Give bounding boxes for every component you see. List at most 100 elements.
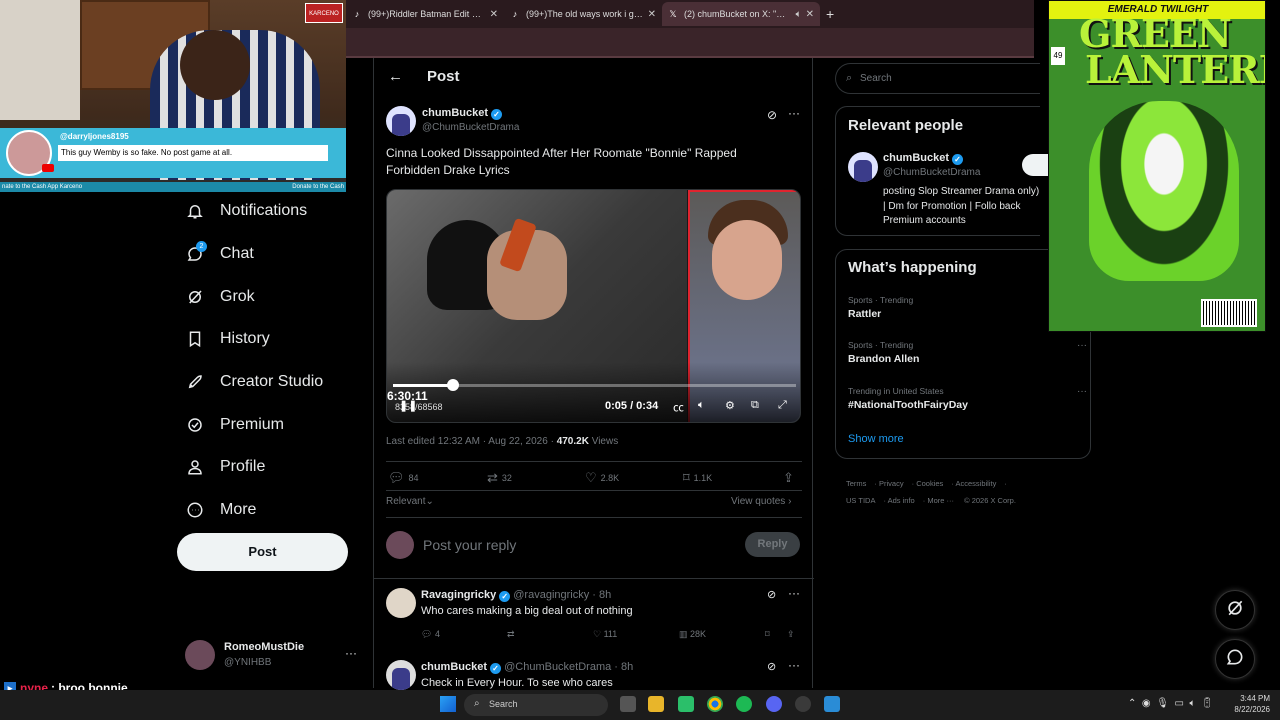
sort-dropdown[interactable]: Relevant⌄: [386, 496, 434, 507]
person-name[interactable]: chumBucket ✓: [883, 152, 964, 165]
more-circle-icon: [186, 501, 204, 519]
share-button[interactable]: ⇪: [787, 629, 795, 640]
task-view-icon[interactable]: [620, 696, 636, 712]
volume-icon[interactable]: 🔈︎: [698, 399, 705, 412]
browser-tab-2[interactable]: ♪ (99+)The old ways work i guess ✕: [504, 2, 662, 26]
search-input[interactable]: ⌕ Search: [835, 63, 1040, 94]
address-bar[interactable]: [346, 28, 1034, 56]
sidebar-item-creator-studio[interactable]: Creator Studio: [170, 361, 370, 404]
trend-item[interactable]: Sports · Trending Rattler: [848, 295, 1078, 331]
messages-fab[interactable]: [1215, 639, 1255, 679]
trend-item[interactable]: Sports · Trending Brandon Allen ···: [848, 340, 1087, 376]
grok-icon[interactable]: ⊘: [767, 660, 776, 673]
back-arrow-icon[interactable]: ←: [388, 68, 403, 85]
author-name[interactable]: chumBucket ✓: [422, 107, 503, 120]
footer-link[interactable]: Cookies: [916, 479, 943, 488]
bookmark-button[interactable]: ⌑ 1.1K: [683, 470, 712, 486]
grok-icon[interactable]: ⊘: [767, 108, 777, 122]
view-quotes-link[interactable]: View quotes ›: [731, 496, 791, 507]
footer-link[interactable]: Terms: [846, 479, 866, 488]
pause-icon[interactable]: ❚❚: [399, 399, 417, 412]
sidebar-item-chat[interactable]: 2 Chat: [170, 233, 370, 276]
reply-author[interactable]: chumBucket ✓ @ChumBucketDrama · 8h: [421, 661, 633, 674]
discord-icon[interactable]: [766, 696, 782, 712]
footer-link[interactable]: Ads info: [888, 496, 915, 505]
settings-gear-icon[interactable]: ⚙: [725, 399, 735, 412]
app-icon[interactable]: [678, 696, 694, 712]
show-more-link[interactable]: Show more: [848, 433, 904, 445]
close-tab-icon[interactable]: ✕: [806, 9, 814, 20]
like-button[interactable]: ♡ 2.8K: [585, 470, 619, 486]
more-icon[interactable]: ···: [788, 106, 800, 120]
reply-author[interactable]: Ravagingricky ✓ @ravagingricky · 8h: [421, 589, 611, 602]
sidebar-item-premium[interactable]: Premium: [170, 403, 370, 446]
sidebar-item-grok[interactable]: Grok: [170, 275, 370, 318]
share-button[interactable]: ⇪: [783, 470, 798, 486]
windows-start-icon[interactable]: [440, 696, 456, 712]
post-button[interactable]: Post: [177, 533, 348, 571]
avatar[interactable]: [386, 588, 416, 618]
reply-submit-button[interactable]: Reply: [745, 532, 800, 557]
captions-icon[interactable]: ㏄: [673, 399, 684, 415]
sidebar-item-profile[interactable]: Profile: [170, 446, 370, 489]
chrome-icon[interactable]: [707, 696, 723, 712]
browser-tab-1[interactable]: ♪ (99+)Riddler Batman Edit — "W ✕: [346, 2, 504, 26]
grok-icon[interactable]: ⊘: [767, 588, 776, 601]
footer-link[interactable]: Accessibility: [955, 479, 996, 488]
new-tab-button[interactable]: +: [826, 6, 834, 22]
browser-chrome: ♪ (99+)Riddler Batman Edit — "W ✕ ♪ (99+…: [346, 0, 1034, 58]
trend-item[interactable]: Trending in United States #NationalTooth…: [848, 386, 1087, 422]
close-tab-icon[interactable]: ✕: [648, 9, 656, 20]
chat-icon: [1225, 647, 1245, 672]
footer-link[interactable]: US TIDA: [846, 496, 875, 505]
system-tray[interactable]: ⌃ ◉ 🎙︎ ▭ 🔈︎ 🔋︎: [1128, 698, 1214, 709]
sidebar-item-notifications[interactable]: Notifications: [170, 190, 370, 233]
taskbar-clock[interactable]: 3:44 PM 8/22/2026: [1228, 693, 1270, 715]
taskbar-search[interactable]: ⌕ Search: [464, 694, 608, 716]
account-switcher[interactable]: RomeoMustDie @YNIHBB ···: [185, 640, 365, 672]
repost-icon: ⇄: [507, 629, 515, 639]
bar-chart-icon: ▥: [679, 629, 688, 639]
chat-icon: 2: [186, 241, 207, 263]
avatar[interactable]: [386, 106, 416, 136]
reply-button[interactable]: 💬︎ 84: [388, 470, 419, 486]
more-icon[interactable]: ···: [788, 658, 800, 672]
bookmark-button[interactable]: ⌑: [765, 629, 770, 640]
video-player[interactable]: 6:30:11 8358/68568 ❚❚ 0:05 / 0:34 ㏄ 🔈︎ ⚙…: [386, 189, 801, 423]
more-icon[interactable]: ···: [1077, 386, 1087, 397]
like-button[interactable]: ♡ 111: [593, 629, 617, 640]
reply-button[interactable]: 💬︎ 4: [421, 629, 440, 640]
more-icon[interactable]: ···: [1077, 340, 1087, 351]
photos-icon[interactable]: [824, 696, 840, 712]
avatar[interactable]: [848, 152, 878, 182]
video-progress-bar[interactable]: [393, 379, 796, 391]
file-explorer-icon[interactable]: [648, 696, 664, 712]
tweet-header: chumBucket ✓ @ChumBucketDrama ⊘ ···: [386, 106, 804, 136]
reply-item[interactable]: Ravagingricky ✓ @ravagingricky · 8h Who c…: [386, 586, 802, 646]
picture-in-picture-icon[interactable]: ⧉: [751, 399, 759, 412]
sidebar-item-more[interactable]: More: [170, 489, 370, 532]
close-tab-icon[interactable]: ✕: [490, 9, 498, 20]
grok-icon: [1225, 598, 1245, 623]
footer-link[interactable]: Privacy: [879, 479, 904, 488]
more-icon[interactable]: ···: [345, 646, 357, 660]
views-button[interactable]: ▥ 28K: [679, 629, 706, 640]
sidebar-item-history[interactable]: History: [170, 318, 370, 361]
fullscreen-icon[interactable]: ⤢: [778, 399, 787, 412]
footer-link[interactable]: More ···: [927, 496, 954, 505]
browser-tab-3[interactable]: 𝕏 (2) chumBucket on X: "Cinn 🔈︎ ✕: [662, 2, 820, 26]
avatar[interactable]: [386, 660, 416, 690]
spotify-icon[interactable]: [736, 696, 752, 712]
more-icon[interactable]: ···: [788, 586, 800, 600]
repost-button[interactable]: ⇄: [507, 629, 515, 640]
chevron-down-icon: ⌄: [425, 496, 434, 507]
repost-button[interactable]: ⇄ 32: [487, 470, 512, 486]
author-handle[interactable]: @ChumBucketDrama: [422, 122, 519, 133]
grok-fab[interactable]: [1215, 590, 1255, 630]
app-icon[interactable]: [795, 696, 811, 712]
reply-item[interactable]: chumBucket ✓ @ChumBucketDrama · 8h Check …: [386, 658, 802, 690]
heart-icon: ♡: [585, 470, 597, 485]
speaker-icon[interactable]: 🔈︎: [796, 9, 802, 20]
tiktok-icon: ♪: [354, 9, 360, 19]
reply-input[interactable]: Post your reply: [423, 537, 516, 553]
